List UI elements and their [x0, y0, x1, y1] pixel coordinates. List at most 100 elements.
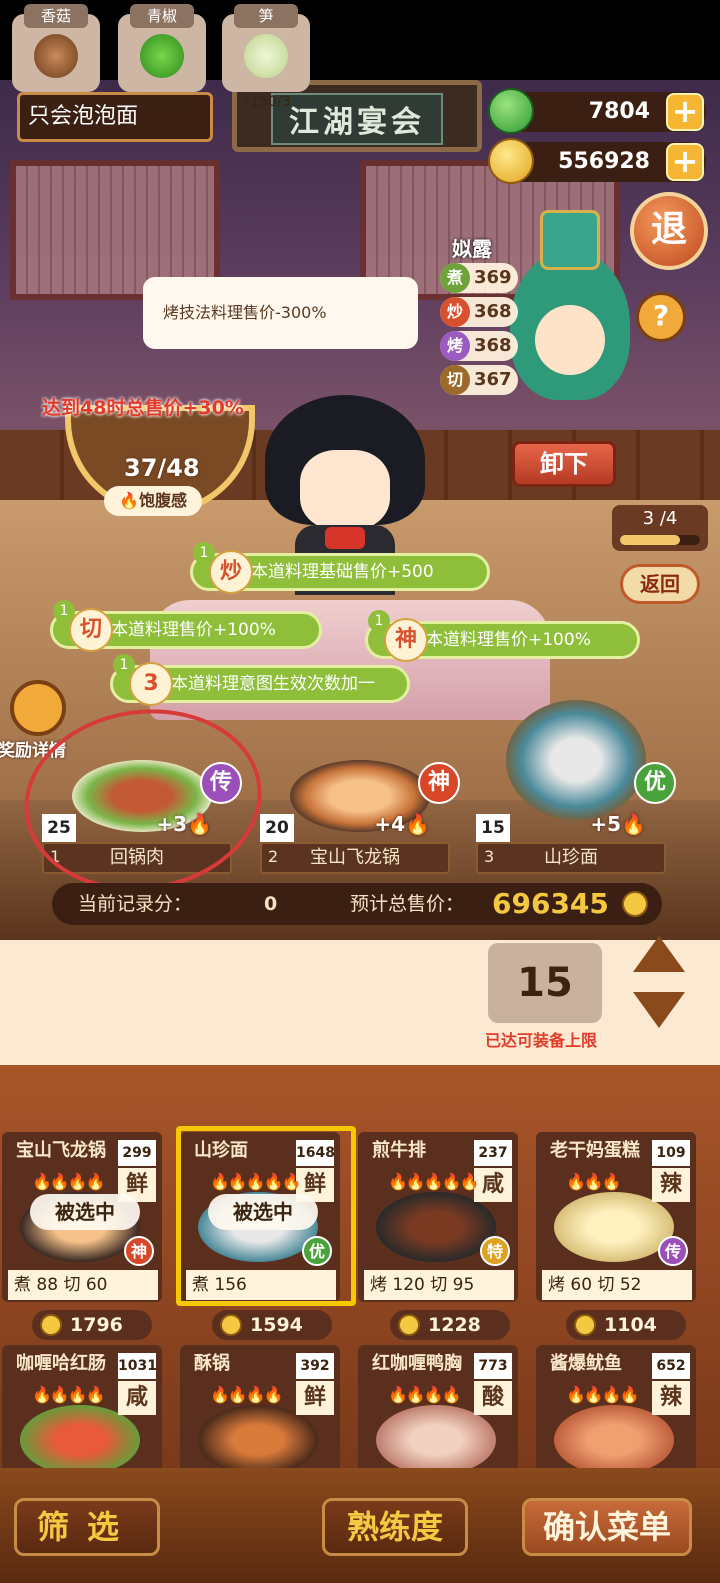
jade-counter: 7804 +: [488, 88, 706, 134]
price-value: 1228: [428, 1314, 481, 1336]
add-jade-button[interactable]: +: [666, 93, 704, 131]
dish-level: 15: [476, 814, 510, 842]
boil-icon: 煮: [440, 263, 470, 293]
dish-card[interactable]: 老干妈蛋糕 109 辣 🔥🔥🔥 传 烤 60 切 52: [536, 1132, 696, 1302]
flame-3-icon: 3: [129, 662, 173, 706]
dish-name: 煎牛排: [372, 1140, 426, 1161]
coin-counter: 556928 +: [488, 138, 706, 184]
stat-value: 368: [474, 301, 512, 322]
flame-rating: 🔥🔥🔥🔥: [210, 1385, 284, 1404]
heat-value: +5: [590, 812, 622, 836]
skill-requirements: 烤 60 切 52: [542, 1270, 692, 1300]
dish-level: 20: [260, 814, 294, 842]
npc-face: [535, 305, 605, 375]
page-indicator-text: 3 /4: [642, 508, 678, 529]
exit-button[interactable]: 退: [630, 192, 708, 270]
satiety-label-text: 饱腹感: [138, 491, 187, 510]
dish-name: 咖喱哈红肠: [16, 1353, 106, 1374]
quantity-display: 15: [488, 943, 602, 1023]
flame-rating: 🔥🔥🔥🔥: [32, 1172, 106, 1191]
dish-slot-2[interactable]: 神 20 +4🔥 宝山飞龙锅 2: [260, 760, 460, 874]
dish-count: 299: [118, 1140, 156, 1166]
price-value: 1594: [250, 1314, 303, 1336]
coin-icon: [220, 1314, 242, 1336]
increase-arrow-icon[interactable]: [633, 936, 685, 972]
tier-badge: 优: [634, 762, 676, 804]
filter-button[interactable]: 筛选: [14, 1498, 160, 1556]
ingredient-mushroom[interactable]: 香菇 1万/12: [12, 4, 100, 113]
fry-icon: 炒: [440, 297, 470, 327]
flame-rating: 🔥🔥🔥: [566, 1172, 622, 1191]
dish-card[interactable]: 煎牛排 237 咸 🔥🔥🔥🔥🔥 特 烤 120 切 95: [358, 1132, 518, 1302]
taste-badge: 酸: [474, 1381, 512, 1415]
page-progress-bar: [620, 535, 700, 545]
satiety-label: 🔥饱腹感: [104, 486, 202, 516]
taste-badge: 辣: [652, 1168, 690, 1202]
selection-frame: [176, 1126, 356, 1306]
unload-button[interactable]: 卸下: [512, 441, 616, 487]
dish-count: 773: [474, 1353, 512, 1379]
stat-value: 367: [474, 369, 512, 390]
slot-index: 3: [484, 847, 495, 866]
green-pepper-icon: [140, 34, 184, 78]
dish-count: 237: [474, 1140, 512, 1166]
dish-price: 1796: [32, 1310, 152, 1340]
divine-icon: 神: [384, 618, 428, 662]
ingredient-name: 笋: [234, 4, 298, 28]
fry-icon: 炒: [209, 550, 253, 594]
add-coin-button[interactable]: +: [666, 143, 704, 181]
npc-speech-bubble: 烤技法料理售价-300%: [143, 277, 418, 349]
selected-badge: 被选中: [30, 1194, 140, 1230]
page-indicator: 3 /4: [612, 505, 708, 551]
coin-icon: [398, 1314, 420, 1336]
npc-stat-cut: 切 367: [440, 365, 518, 395]
confirm-menu-button[interactable]: 确认菜单: [522, 1498, 692, 1556]
npc-stat-roast: 烤 368: [440, 331, 518, 361]
dish-card[interactable]: 宝山飞龙锅 299 鲜 🔥🔥🔥🔥 被选中 神 煮 88 切 60: [2, 1132, 162, 1302]
mastery-button[interactable]: 熟练度: [322, 1498, 468, 1556]
satiety-goal: 达到48时总售价+30%: [42, 397, 244, 419]
dish-name: 红咖喱鸭胸: [372, 1353, 462, 1374]
total-price-value: 696345: [492, 887, 609, 920]
jade-value: 7804: [588, 99, 650, 124]
dish-image: [554, 1192, 674, 1262]
dish-name: 山珍面: [476, 842, 666, 874]
npc-hat: [540, 210, 600, 270]
price-value: 1796: [70, 1314, 123, 1336]
npc-stat-fry: 炒 368: [440, 297, 518, 327]
dish-name: 老干妈蛋糕: [550, 1140, 640, 1161]
slot-index: 2: [268, 847, 279, 866]
dish-name: 宝山飞龙锅: [16, 1140, 106, 1161]
skill-requirements: 烤 120 切 95: [364, 1270, 514, 1300]
ingredient-pepper[interactable]: 青椒 6526/3: [118, 4, 206, 110]
ingredient-name: 青椒: [130, 4, 194, 28]
ingredient-panel: [0, 940, 720, 1065]
buff-fry: 1 炒本道料理基础售价+500: [190, 542, 490, 594]
dish-price: 1594: [212, 1310, 332, 1340]
bamboo-shoot-icon: [244, 34, 288, 78]
flame-rating: 🔥🔥🔥🔥: [566, 1385, 640, 1404]
ingredient-bamboo[interactable]: 笋 7150/3: [222, 4, 310, 110]
flame-rating: 🔥🔥🔥🔥: [388, 1385, 462, 1404]
npc-character[interactable]: [505, 210, 635, 430]
help-button[interactable]: ?: [636, 292, 686, 342]
cut-icon: 切: [69, 608, 113, 652]
dish-image: [376, 1192, 496, 1262]
dish-slot-3[interactable]: 优 15 +5🔥 山珍面 3: [476, 700, 676, 874]
coin-icon: [574, 1314, 596, 1336]
dish-price: 1228: [390, 1310, 510, 1340]
reward-icon: [10, 680, 66, 736]
coin-icon: [40, 1314, 62, 1336]
coin-icon: [488, 138, 534, 184]
price-value: 1104: [604, 1314, 657, 1336]
cut-icon: 切: [440, 365, 470, 395]
back-button[interactable]: 返回: [620, 564, 700, 604]
flame-icon: 🔥: [405, 812, 430, 836]
buff-text: 本道料理售价+100%: [426, 630, 591, 650]
buff-text: 本道料理基础售价+500: [251, 562, 434, 582]
npc-stat-boil: 煮 369: [440, 263, 518, 293]
ingredient-name: 香菇: [24, 4, 88, 28]
ingredient-count: 7150/3: [241, 94, 291, 110]
decrease-arrow-icon[interactable]: [633, 992, 685, 1028]
flame-icon: 🔥: [119, 491, 139, 510]
